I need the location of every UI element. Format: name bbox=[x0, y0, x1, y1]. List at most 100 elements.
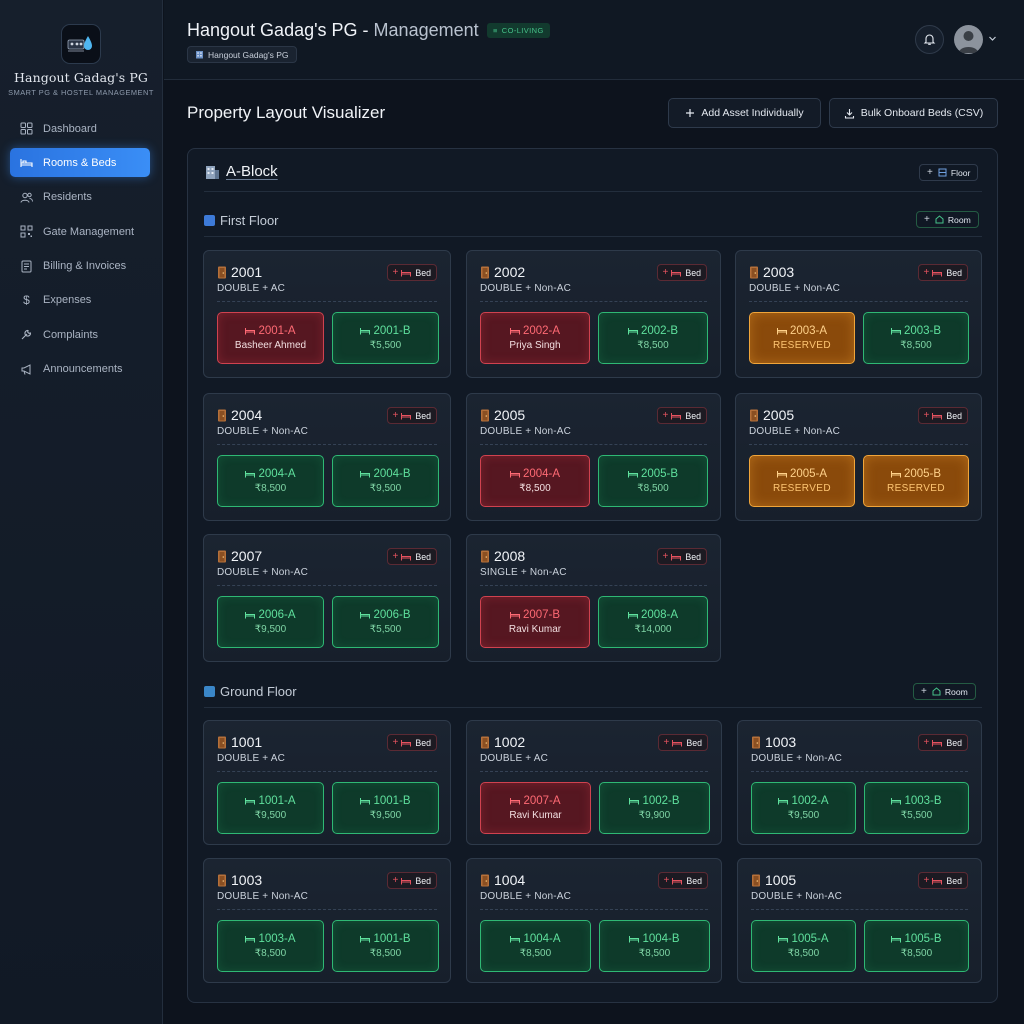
room-divider bbox=[480, 444, 707, 445]
bed-tile[interactable]: 2004-A ₹8,500 bbox=[480, 455, 590, 507]
add-bed-button[interactable]: + Bed bbox=[386, 407, 437, 424]
add-bed-button[interactable]: + Bed bbox=[656, 407, 707, 424]
bed-icon bbox=[360, 471, 371, 478]
plus-icon: + bbox=[923, 410, 930, 421]
bed-icon bbox=[245, 936, 256, 943]
room-card-2003[interactable]: 2003 DOUBLE + Non-AC + Bed 2003-A RESERVED 200… bbox=[735, 250, 982, 378]
sidebar-item-gate-management[interactable]: Gate Management bbox=[10, 217, 150, 246]
add-bed-label: Bed bbox=[946, 267, 962, 278]
add-bed-button[interactable]: + Bed bbox=[386, 548, 437, 565]
sidebar-item-residents[interactable]: Residents bbox=[10, 183, 150, 212]
add-bed-button[interactable]: + Bed bbox=[386, 734, 437, 751]
bed-tile[interactable]: 1003-A ₹8,500 bbox=[217, 920, 324, 972]
bed-id: 2001-B bbox=[360, 325, 411, 337]
add-bed-button[interactable]: + Bed bbox=[657, 734, 708, 751]
room-card-1004[interactable]: 1004 DOUBLE + Non-AC + Bed 1004-A ₹8,500 1004-… bbox=[466, 858, 722, 983]
bed-tile[interactable]: 2008-A ₹14,000 bbox=[598, 596, 708, 648]
add-bed-button[interactable]: + Bed bbox=[386, 872, 437, 889]
room-card-2007[interactable]: 2007 DOUBLE + Non-AC + Bed 2006-A ₹9,500 2006-… bbox=[203, 534, 451, 662]
add-bed-button[interactable]: + Bed bbox=[917, 734, 968, 751]
notification-button[interactable] bbox=[915, 25, 944, 54]
room-type: DOUBLE + AC bbox=[480, 753, 549, 764]
bed-tile[interactable]: 2006-B ₹5,500 bbox=[332, 596, 439, 648]
bed-tile[interactable]: 1004-A ₹8,500 bbox=[480, 920, 591, 972]
bed-icon bbox=[932, 269, 943, 276]
room-divider bbox=[751, 909, 968, 910]
sidebar-item-dashboard[interactable]: Dashboard bbox=[10, 114, 150, 143]
room-card-1005[interactable]: 1005 DOUBLE + Non-AC + Bed 1005-A ₹8,500 1005-… bbox=[737, 858, 982, 983]
add-bed-button[interactable]: + Bed bbox=[656, 548, 707, 565]
sidebar-item-rooms-beds[interactable]: Rooms & Beds bbox=[10, 148, 150, 178]
room-card-1001[interactable]: 1001 DOUBLE + AC + Bed 1001-A ₹9,500 1001-B ₹9,… bbox=[203, 720, 451, 845]
bed-icon bbox=[401, 412, 412, 419]
bed-tile[interactable]: 2001-A Basheer Ahmed bbox=[217, 312, 324, 364]
bed-tile[interactable]: 2004-B ₹9,500 bbox=[332, 455, 439, 507]
sidebar-item-label: Dashboard bbox=[43, 122, 97, 135]
bed-tile[interactable]: 2002-A Priya Singh bbox=[480, 312, 590, 364]
bed-id: 1004-B bbox=[629, 933, 680, 945]
room-type: DOUBLE + AC bbox=[217, 753, 286, 764]
bed-tile[interactable]: 1005-A ₹8,500 bbox=[751, 920, 856, 972]
bed-tile[interactable]: 1001-B ₹8,500 bbox=[332, 920, 439, 972]
bulk-onboard-button[interactable]: Bulk Onboard Beds (CSV) bbox=[829, 98, 998, 128]
title-main: Hangout Gadag's PG - bbox=[187, 20, 374, 40]
add-bed-button[interactable]: + Bed bbox=[917, 264, 968, 281]
bed-tile[interactable]: 2003-A RESERVED bbox=[749, 312, 855, 364]
bed-tile[interactable]: 1001-B ₹9,500 bbox=[332, 782, 439, 834]
add-floor-button[interactable]: + Floor bbox=[919, 164, 979, 181]
add-bed-button[interactable]: + Bed bbox=[656, 264, 707, 281]
bed-tile[interactable]: 2001-B ₹5,500 bbox=[332, 312, 439, 364]
bed-tile[interactable]: 2005-B RESERVED bbox=[863, 455, 969, 507]
bed-tile[interactable]: 1002-A ₹9,500 bbox=[751, 782, 856, 834]
bed-tile[interactable]: 2004-A ₹8,500 bbox=[217, 455, 324, 507]
avatar[interactable] bbox=[954, 25, 983, 54]
room-card-2004[interactable]: 2004 DOUBLE + Non-AC + Bed 2004-A ₹8,500 2004-… bbox=[203, 393, 451, 521]
bed-tile[interactable]: 1003-B ₹5,500 bbox=[864, 782, 969, 834]
room-card-1003[interactable]: 1003 DOUBLE + Non-AC + Bed 1003-A ₹8,500 1001-… bbox=[203, 858, 451, 983]
floor-divider bbox=[204, 707, 982, 708]
sidebar-item-billing[interactable]: Billing & Invoices bbox=[10, 252, 150, 281]
chevron-down-icon[interactable] bbox=[988, 34, 997, 43]
bed-tile[interactable]: 2005-B ₹8,500 bbox=[598, 455, 708, 507]
sidebar-item-expenses[interactable]: $ Expenses bbox=[10, 286, 150, 315]
bed-tile[interactable]: 1002-B ₹9,900 bbox=[599, 782, 710, 834]
breadcrumb[interactable]: Hangout Gadag's PG bbox=[187, 46, 297, 63]
bed-tile[interactable]: 2007-B Ravi Kumar bbox=[480, 596, 590, 648]
bed-tile[interactable]: 2003-B ₹8,500 bbox=[863, 312, 969, 364]
room-card-2005[interactable]: 2005 DOUBLE + Non-AC + Bed 2004-A ₹8,500 2005-… bbox=[466, 393, 721, 521]
add-bed-button[interactable]: + Bed bbox=[917, 872, 968, 889]
floor-icon bbox=[938, 168, 947, 177]
bed-tile[interactable]: 1005-B ₹8,500 bbox=[864, 920, 969, 972]
plus-icon: + bbox=[921, 686, 927, 697]
add-bed-button[interactable]: + Bed bbox=[657, 872, 708, 889]
room-divider bbox=[217, 909, 437, 910]
room-card-2005[interactable]: 2005 DOUBLE + Non-AC + Bed 2005-A RESERVED 200… bbox=[735, 393, 982, 521]
add-bed-label: Bed bbox=[415, 410, 431, 421]
bed-tile[interactable]: 2006-A ₹9,500 bbox=[217, 596, 324, 648]
add-asset-button[interactable]: Add Asset Individually bbox=[668, 98, 821, 128]
room-card-1003[interactable]: 1003 DOUBLE + Non-AC + Bed 1002-A ₹9,500 1003-… bbox=[737, 720, 982, 845]
room-card-2008[interactable]: 2008 SINGLE + Non-AC + Bed 2007-B Ravi Kumar 2… bbox=[466, 534, 721, 662]
bed-tile[interactable]: 2007-A Ravi Kumar bbox=[480, 782, 591, 834]
bed-tile[interactable]: 2005-A RESERVED bbox=[749, 455, 855, 507]
room-number: 2005 bbox=[763, 407, 795, 423]
room-card-1002[interactable]: 1002 DOUBLE + AC + Bed 2007-A Ravi Kumar 1002-… bbox=[466, 720, 722, 845]
add-bed-button[interactable]: + Bed bbox=[386, 264, 437, 281]
add-room-button-ground-floor[interactable]: + Room bbox=[913, 683, 976, 700]
plus-icon: + bbox=[923, 267, 930, 278]
add-room-button-first-floor[interactable]: + Room bbox=[916, 211, 979, 228]
bed-tile[interactable]: 2002-B ₹8,500 bbox=[598, 312, 708, 364]
room-divider bbox=[480, 771, 708, 772]
add-bed-button[interactable]: + Bed bbox=[917, 407, 968, 424]
sidebar-item-announcements[interactable]: Announcements bbox=[10, 355, 150, 384]
sidebar-item-complaints[interactable]: Complaints bbox=[10, 320, 150, 349]
bed-tile[interactable]: 1001-A ₹9,500 bbox=[217, 782, 324, 834]
room-number: 2008 bbox=[494, 548, 526, 564]
room-divider bbox=[480, 301, 707, 302]
sidebar-item-label: Residents bbox=[43, 191, 92, 204]
sidebar-item-label: Announcements bbox=[43, 363, 123, 376]
floor-icon bbox=[204, 215, 215, 226]
room-card-2002[interactable]: 2002 DOUBLE + Non-AC + Bed 2002-A Priya Singh… bbox=[466, 250, 721, 378]
bed-tile[interactable]: 1004-B ₹8,500 bbox=[599, 920, 710, 972]
room-card-2001[interactable]: 2001 DOUBLE + AC + Bed 2001-A Basheer Ahmed 20… bbox=[203, 250, 451, 378]
